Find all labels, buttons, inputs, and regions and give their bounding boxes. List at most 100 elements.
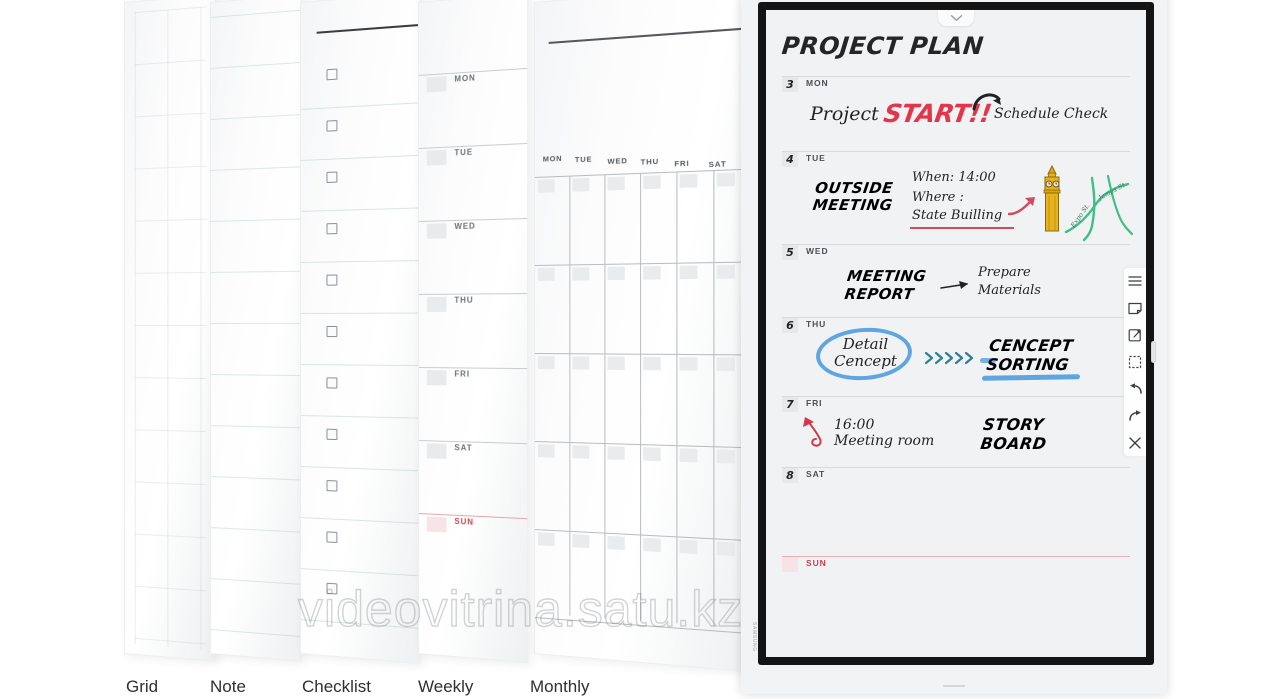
note-outside-meeting: OUTSIDE MEETING [812, 179, 896, 214]
monthly-grid-vline [604, 174, 606, 619]
menu-button[interactable] [1126, 272, 1144, 290]
monthly-cell-chip [679, 265, 698, 280]
note-csort-line1: CENCEPT [988, 336, 1075, 355]
monthly-cell-chip [537, 267, 555, 281]
checkbox-icon [326, 223, 338, 235]
monthly-pattern: MON TUE WED THU FRI SAT [534, 0, 749, 671]
template-label-monthly: Monthly [530, 677, 590, 696]
checklist-pattern [300, 0, 420, 663]
day-row-wed[interactable]: 5 WED MEETING REPORT Prepare Materials [782, 244, 1130, 317]
export-page-button[interactable] [1126, 326, 1144, 344]
map-street-label-1: James St. [1095, 180, 1128, 203]
monthly-cell-chip [607, 535, 625, 551]
day-number: 7 [782, 397, 798, 412]
marquee-select-icon [1128, 355, 1142, 369]
checklist-row [300, 208, 420, 263]
day-content[interactable] [782, 484, 1130, 556]
monthly-cell-chip [716, 264, 735, 279]
template-label-checklist: Checklist [302, 677, 371, 696]
template-card-monthly[interactable]: MON TUE WED THU FRI SAT [534, 0, 750, 673]
checklist-row [300, 314, 420, 367]
new-note-button[interactable] [1126, 299, 1144, 317]
checklist-row [300, 365, 420, 419]
day-number: 3 [782, 77, 798, 92]
day-content[interactable]: MEETING REPORT Prepare Materials [782, 261, 1130, 317]
day-header: 4 TUE [782, 152, 1130, 168]
checkbox-icon [326, 120, 338, 132]
monthly-grid-hline [534, 529, 749, 542]
undo-button[interactable] [1126, 380, 1144, 398]
day-content[interactable]: 16:00 Meeting room STORY BOARD [782, 413, 1130, 467]
day-row-tue[interactable]: 4 TUE OUTSIDE MEETING When: 14:00 Where … [782, 151, 1134, 244]
day-content[interactable] [782, 573, 1130, 657]
select-region-button[interactable] [1126, 353, 1144, 371]
monthly-cell-chip [643, 447, 661, 462]
template-card-note[interactable] [210, 0, 302, 662]
day-name: SUN [806, 558, 827, 568]
side-scroll-handle[interactable] [1151, 341, 1156, 363]
monthly-cell-chip [643, 266, 661, 280]
samsung-flip-device: SAMSUNG PROJECT PLAN 3 MON Project START… [738, 0, 1170, 699]
checkbox-icon [326, 428, 338, 441]
note-schedule-check: Schedule Check [994, 106, 1109, 122]
monthly-cell-chip [643, 356, 661, 371]
monthly-cell-chip [643, 537, 661, 553]
weekly-row-tue: TUE [418, 142, 528, 221]
monthly-cell-chip [716, 172, 735, 187]
monthly-cell-chip [679, 448, 698, 463]
close-button[interactable] [1126, 434, 1144, 452]
weekly-date-chip [426, 296, 447, 312]
day-number: 6 [782, 318, 798, 333]
monthly-cell-chip [607, 266, 625, 281]
template-card-grid[interactable] [124, 0, 216, 662]
template-label-grid: Grid [126, 677, 159, 696]
template-card-checklist[interactable] [300, 0, 421, 665]
monthly-cell-chip [537, 444, 555, 458]
monthly-cell-chip [537, 532, 555, 547]
weekly-day-label: FRI [454, 369, 470, 379]
template-label-weekly: Weekly [418, 677, 474, 696]
note-where-value: State Builling [912, 208, 1003, 223]
checklist-row [300, 51, 420, 110]
note-meeting-report: MEETING REPORT [843, 267, 927, 303]
weekly-date-chip [426, 516, 447, 533]
monthly-day-header: THU [640, 156, 660, 167]
day-row-thu[interactable]: 6 THU Detail Cencept CENCEPT SORTING [782, 317, 1130, 396]
day-number [782, 557, 798, 572]
device-body: SAMSUNG PROJECT PLAN 3 MON Project START… [741, 0, 1167, 694]
day-name: THU [806, 319, 827, 329]
checklist-title-rule [316, 23, 420, 34]
day-name: MON [806, 78, 829, 88]
checklist-row [300, 261, 420, 314]
monthly-grid-vline [713, 170, 715, 627]
redo-button[interactable] [1126, 407, 1144, 425]
day-header: 5 WED [782, 245, 1130, 261]
undo-arrow-icon [1129, 382, 1142, 394]
monthly-grid-hline [534, 617, 749, 634]
weekly-row-sat: SAT [418, 440, 528, 518]
day-row-sun[interactable]: SUN [782, 556, 1130, 657]
screenshot-root: MON TUE WED THU FRI SAT SUN MON TUE WED THU FRI SAT… [0, 0, 1280, 699]
monthly-cell-chip [607, 446, 625, 461]
blue-underline [981, 374, 1081, 381]
day-row-sat[interactable]: 8 SAT [782, 467, 1130, 556]
checkbox-icon [326, 274, 338, 286]
monthly-grid-hline [534, 441, 749, 449]
day-content[interactable]: Detail Cencept CENCEPT SORTING [782, 324, 1130, 396]
day-content[interactable]: OUTSIDE MEETING When: 14:00 Where : Stat… [782, 164, 1134, 244]
note-csort-line2: SORTING [985, 355, 1071, 374]
day-content[interactable]: Project START!! Schedule Check [782, 93, 1130, 151]
day-row-fri[interactable]: 7 FRI 16:00 Meeting room STORY BOARD [782, 396, 1130, 467]
note-story-line1: STORY [982, 415, 1046, 434]
monthly-cell-chip [716, 449, 735, 464]
day-name: FRI [806, 398, 823, 408]
template-card-weekly[interactable]: MON TUE WED THU FRI SAT SUN [418, 0, 529, 664]
day-header: 6 THU [782, 318, 1130, 334]
weekly-rule [418, 367, 528, 370]
redo-arrow-icon [1128, 409, 1141, 421]
day-row-mon[interactable]: 3 MON Project START!! Schedule Check [782, 76, 1130, 151]
note-project: Project [810, 103, 879, 125]
monthly-cell-chip [607, 176, 625, 191]
monthly-grid-vline [569, 175, 571, 616]
weekly-pattern: MON TUE WED THU FRI SAT SUN [418, 0, 528, 662]
